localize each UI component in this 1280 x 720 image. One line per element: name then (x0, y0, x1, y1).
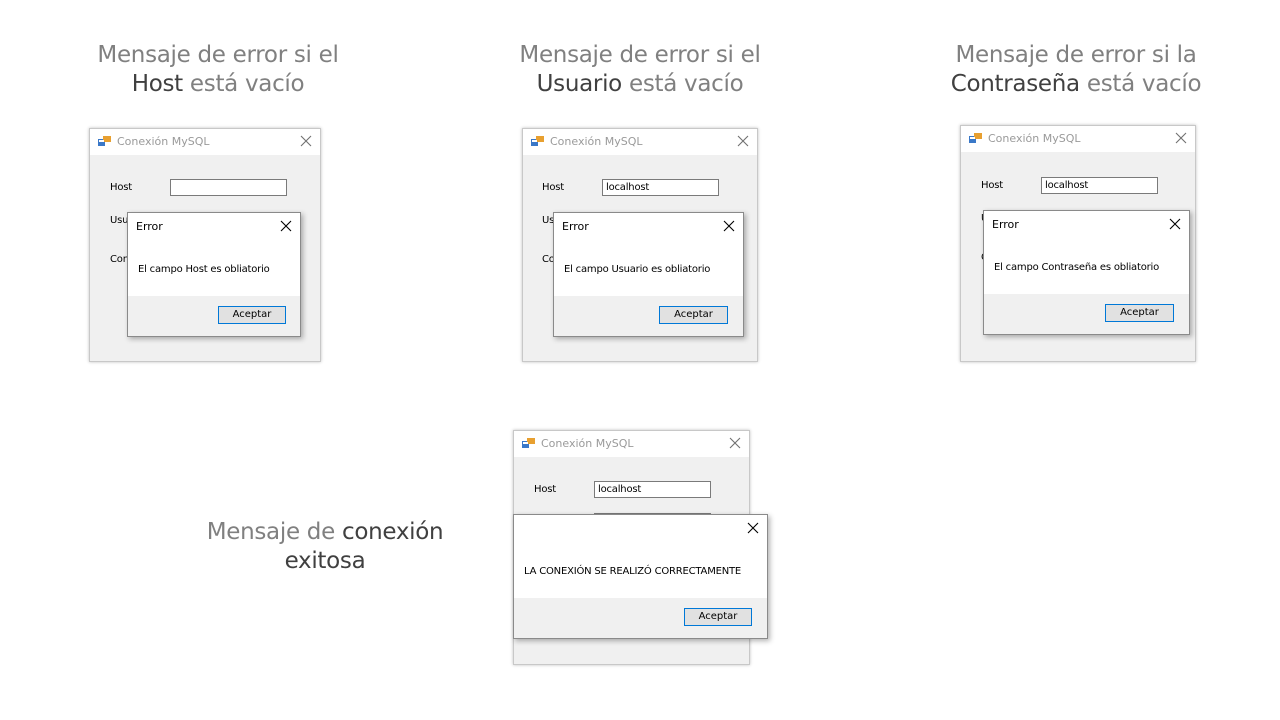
window-title: Conexión MySQL (988, 132, 1081, 145)
window-title: Conexión MySQL (550, 135, 643, 148)
caption-highlight: conexión (341, 519, 444, 545)
host-label: Host (110, 182, 132, 193)
host-input[interactable]: localhost (1041, 177, 1158, 194)
caption-plain: Mensaje de (206, 519, 336, 545)
dialog-message: El campo Host es obliatorio (138, 264, 270, 275)
caption-line1: Mensaje de conexión (180, 518, 470, 547)
caption-line2: Host está vacío (68, 70, 368, 99)
caption-rest: está vacío (1086, 71, 1202, 97)
dialog-footer: Aceptar (554, 296, 743, 336)
caption-highlight: Contraseña (950, 71, 1080, 97)
close-icon[interactable] (1173, 130, 1189, 146)
dialog-title: Error (562, 220, 589, 233)
host-input[interactable]: localhost (594, 481, 711, 498)
caption-contrasena-empty: Mensaje de error si la Contraseña está v… (926, 41, 1226, 99)
dialog-footer: Aceptar (128, 296, 300, 336)
host-input[interactable] (170, 179, 287, 196)
app-window-icon (522, 438, 535, 448)
caption-line1: Mensaje de error si el (97, 42, 339, 68)
close-icon[interactable] (298, 133, 314, 149)
caption-conexion-exitosa: Mensaje de conexión exitosa (180, 518, 470, 576)
dialog-message: El campo Usuario es obliatorio (564, 264, 711, 275)
host-label: Host (534, 484, 556, 495)
dialog-message: LA CONEXIÓN SE REALIZÓ CORRECTAMENTE (524, 566, 742, 577)
app-window-icon (531, 136, 544, 146)
aceptar-button[interactable]: Aceptar (218, 306, 286, 324)
window-title: Conexión MySQL (117, 135, 210, 148)
dialog-message: El campo Contraseña es obliatorio (994, 262, 1160, 273)
caption-rest: está vacío (189, 71, 305, 97)
app-window-icon (969, 133, 982, 143)
close-icon[interactable] (1168, 217, 1182, 231)
usuario-label: Usu (110, 215, 129, 226)
error-dialog-contrasena: Error El campo Contraseña es obliatorio … (983, 210, 1190, 335)
close-icon[interactable] (279, 219, 293, 233)
app-window-icon (98, 136, 111, 146)
close-icon[interactable] (735, 133, 751, 149)
title-bar: Conexión MySQL (514, 431, 749, 457)
aceptar-button[interactable]: Aceptar (684, 608, 752, 626)
dialog-title: Error (992, 218, 1019, 231)
window-title: Conexión MySQL (541, 437, 634, 450)
host-label: Host (981, 180, 1003, 191)
close-icon[interactable] (722, 219, 736, 233)
caption-line2: Usuario está vacío (490, 70, 790, 99)
dialog-title: Error (136, 220, 163, 233)
title-bar: Conexión MySQL (961, 126, 1195, 152)
aceptar-button[interactable]: Aceptar (659, 306, 728, 324)
error-dialog-usuario: Error El campo Usuario es obliatorio Ace… (553, 212, 744, 337)
title-bar: Conexión MySQL (523, 129, 757, 155)
caption-line2: Contraseña está vacío (926, 70, 1226, 99)
dialog-footer: Aceptar (514, 598, 767, 638)
caption-line1: Mensaje de error si la (955, 42, 1197, 68)
aceptar-button[interactable]: Aceptar (1105, 304, 1174, 322)
caption-line2: exitosa (284, 548, 366, 574)
success-dialog: LA CONEXIÓN SE REALIZÓ CORRECTAMENTE Ace… (513, 514, 768, 639)
close-icon[interactable] (727, 435, 743, 451)
error-dialog-host: Error El campo Host es obliatorio Acepta… (127, 212, 301, 337)
caption-line1: Mensaje de error si el (519, 42, 761, 68)
title-bar: Conexión MySQL (90, 129, 320, 155)
close-icon[interactable] (746, 521, 760, 535)
dialog-footer: Aceptar (984, 294, 1189, 334)
caption-highlight: Usuario (536, 71, 623, 97)
caption-usuario-empty: Mensaje de error si el Usuario está vací… (490, 41, 790, 99)
caption-highlight: Host (131, 71, 183, 97)
host-input[interactable]: localhost (602, 179, 719, 196)
host-label: Host (542, 182, 564, 193)
caption-host-empty: Mensaje de error si el Host está vacío (68, 41, 368, 99)
caption-rest: está vacío (628, 71, 744, 97)
